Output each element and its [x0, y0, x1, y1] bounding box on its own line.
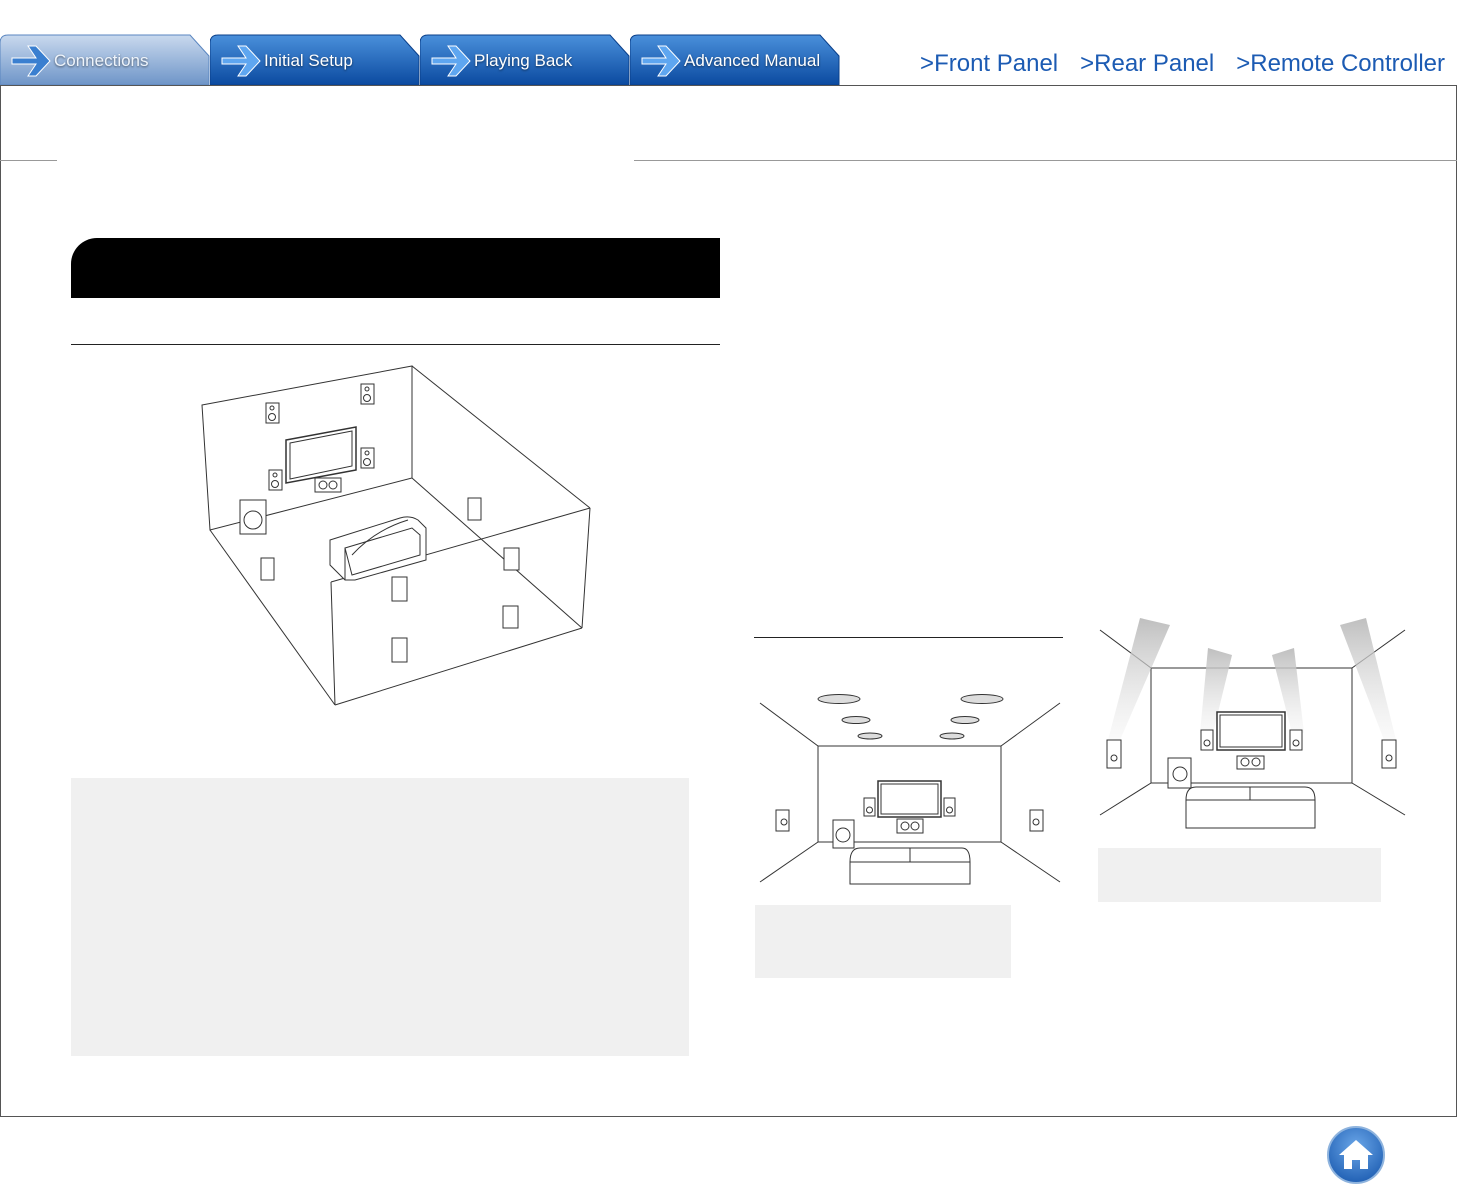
tab-label: Connections	[54, 51, 149, 70]
dolby-note-box	[1098, 848, 1381, 902]
ceiling-note-box	[755, 905, 1011, 978]
header-rule-left	[0, 160, 57, 161]
header-rule-right	[634, 160, 1457, 161]
home-icon	[1327, 1126, 1385, 1184]
arrow-right-icon	[641, 45, 681, 77]
section-rule	[71, 344, 720, 345]
tab-label: Playing Back	[474, 51, 573, 70]
rear-panel-link[interactable]: >Rear Panel	[1080, 50, 1214, 78]
dolby-enabled-speaker-illustration	[1099, 618, 1406, 829]
front-panel-link[interactable]: >Front Panel	[920, 50, 1058, 78]
top-links: >Front Panel >Rear Panel >Remote Control…	[920, 50, 1445, 78]
speaker-layout-room-illustration	[201, 365, 591, 706]
tab-advanced-manual[interactable]: Advanced Manual	[630, 34, 840, 85]
subsection-rule	[754, 637, 1063, 638]
remote-controller-link[interactable]: >Remote Controller	[1236, 50, 1445, 78]
section-banner	[71, 238, 720, 298]
home-button[interactable]	[1326, 1125, 1386, 1185]
tab-initial-setup[interactable]: Initial Setup	[210, 34, 420, 85]
ceiling-speaker-illustration	[759, 694, 1061, 885]
arrow-right-icon	[11, 45, 51, 77]
tab-playing-back[interactable]: Playing Back	[420, 34, 630, 85]
nav-tabs: Connections Initial Setup Playing Back A…	[0, 34, 840, 85]
tab-label: Advanced Manual	[684, 51, 821, 70]
arrow-right-icon	[431, 45, 471, 77]
note-box	[71, 778, 689, 1056]
tab-label: Initial Setup	[264, 51, 353, 70]
tab-connections[interactable]: Connections	[0, 34, 210, 85]
arrow-right-icon	[221, 45, 261, 77]
